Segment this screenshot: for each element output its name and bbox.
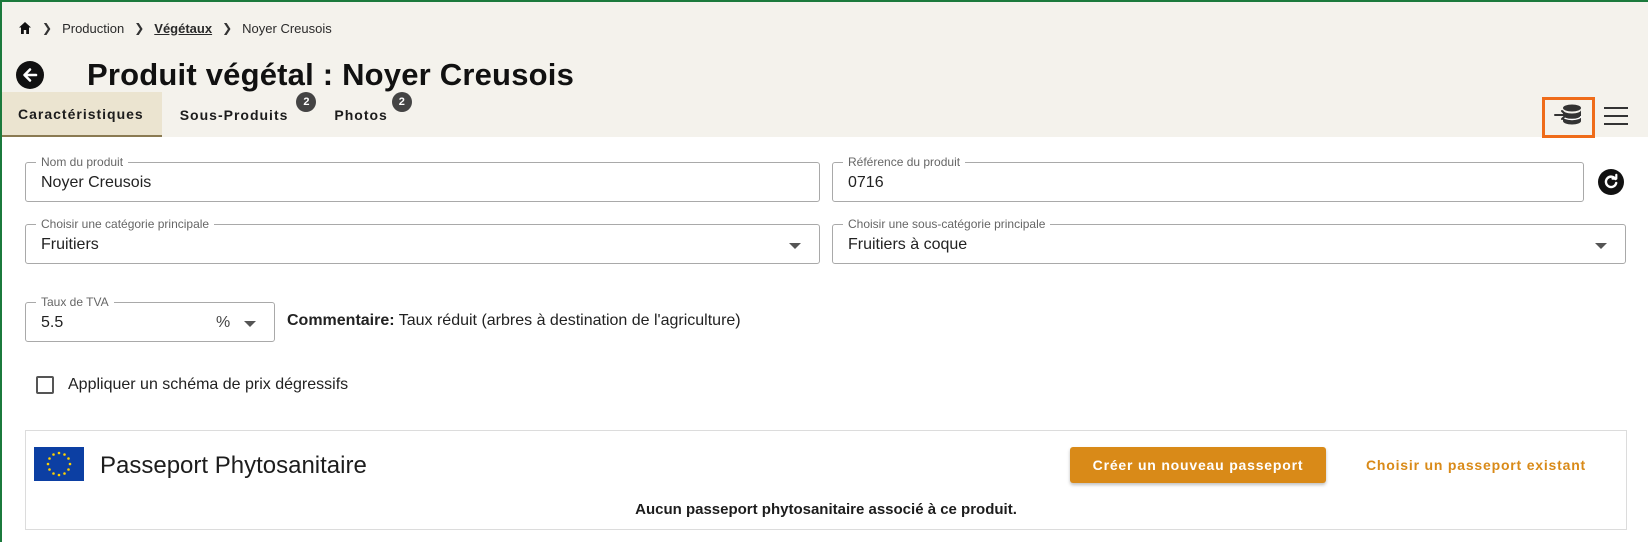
- product-reference-field[interactable]: Référence du produit 0716: [832, 155, 1584, 202]
- page-title: Produit végétal : Noyer Creusois: [87, 57, 575, 92]
- field-label: Choisir une catégorie principale: [36, 217, 215, 231]
- passport-empty-message: Aucun passeport phytosanitaire associé à…: [635, 501, 1017, 518]
- vat-comment: Commentaire: Taux réduit (arbres à desti…: [287, 312, 741, 330]
- refresh-icon[interactable]: [1598, 169, 1624, 195]
- chevron-right-icon: ❯: [42, 21, 53, 35]
- arrow-left-circle-icon[interactable]: [16, 61, 44, 89]
- chevron-right-icon: ❯: [134, 21, 145, 35]
- breadcrumb: ❯ Production ❯ Végétaux ❯ Noyer Creusois: [18, 18, 332, 38]
- page-header: ❯ Production ❯ Végétaux ❯ Noyer Creusois…: [0, 0, 1648, 138]
- tab-caracteristiques[interactable]: Caractéristiques: [0, 92, 162, 137]
- breadcrumb-vegetaux[interactable]: Végétaux: [154, 21, 212, 36]
- create-passport-button[interactable]: Créer un nouveau passeport: [1070, 447, 1326, 483]
- count-badge: 2: [296, 92, 317, 112]
- field-value: 0716: [848, 174, 884, 191]
- vat-rate-select[interactable]: Taux de TVA 5.5 %: [25, 295, 275, 342]
- tab-photos[interactable]: Photos 2: [316, 92, 412, 137]
- unit-label: %: [216, 314, 231, 331]
- tab-label: Sous-Produits: [179, 106, 289, 123]
- field-value: 5.5: [41, 314, 64, 331]
- title-row: Produit végétal : Noyer Creusois: [16, 55, 574, 95]
- field-label: Référence du produit: [843, 155, 966, 169]
- checkbox-label[interactable]: Appliquer un schéma de prix dégressifs: [68, 376, 348, 394]
- breadcrumb-production[interactable]: Production: [62, 21, 124, 36]
- field-value: Noyer Creusois: [41, 174, 152, 191]
- chevron-right-icon: ❯: [222, 21, 233, 35]
- dropdown-arrow-icon: [1595, 243, 1607, 249]
- choose-passport-button[interactable]: Choisir un passeport existant: [1346, 447, 1606, 483]
- sub-category-select[interactable]: Choisir une sous-catégorie principale Fr…: [832, 217, 1626, 264]
- tab-label: Photos: [334, 106, 388, 123]
- main-category-select[interactable]: Choisir une catégorie principale Fruitie…: [25, 217, 820, 264]
- passport-title: Passeport Phytosanitaire: [100, 452, 367, 479]
- dropdown-arrow-icon: [789, 243, 801, 249]
- import-database-button[interactable]: [1542, 97, 1595, 138]
- count-badge: 2: [391, 92, 412, 112]
- database-import-icon: [1553, 101, 1585, 134]
- degressive-price-checkbox[interactable]: [36, 376, 54, 394]
- field-value: Fruitiers: [41, 236, 99, 253]
- degressive-price-option: Appliquer un schéma de prix dégressifs: [36, 376, 348, 394]
- product-name-field[interactable]: Nom du produit Noyer Creusois: [25, 155, 820, 202]
- comment-text: Taux réduit (arbres à destination de l'a…: [398, 312, 741, 329]
- field-label: Choisir une sous-catégorie principale: [843, 217, 1051, 231]
- dropdown-arrow-icon: [244, 321, 256, 327]
- eu-flag-icon: [34, 447, 84, 481]
- tab-bar: Caractéristiques Sous-Produits 2 Photos …: [0, 92, 412, 137]
- field-label: Nom du produit: [36, 155, 129, 169]
- tab-sous-produits[interactable]: Sous-Produits 2: [162, 92, 317, 137]
- home-icon[interactable]: [18, 21, 32, 35]
- field-label: Taux de TVA: [36, 295, 114, 309]
- breadcrumb-current: Noyer Creusois: [242, 20, 332, 36]
- tab-label: Caractéristiques: [18, 105, 144, 122]
- field-value: Fruitiers à coque: [848, 236, 968, 253]
- comment-label: Commentaire:: [287, 312, 395, 329]
- phytosanitary-passport-panel: Passeport Phytosanitaire Créer un nouvea…: [25, 430, 1627, 530]
- hamburger-menu-icon[interactable]: [1604, 104, 1630, 128]
